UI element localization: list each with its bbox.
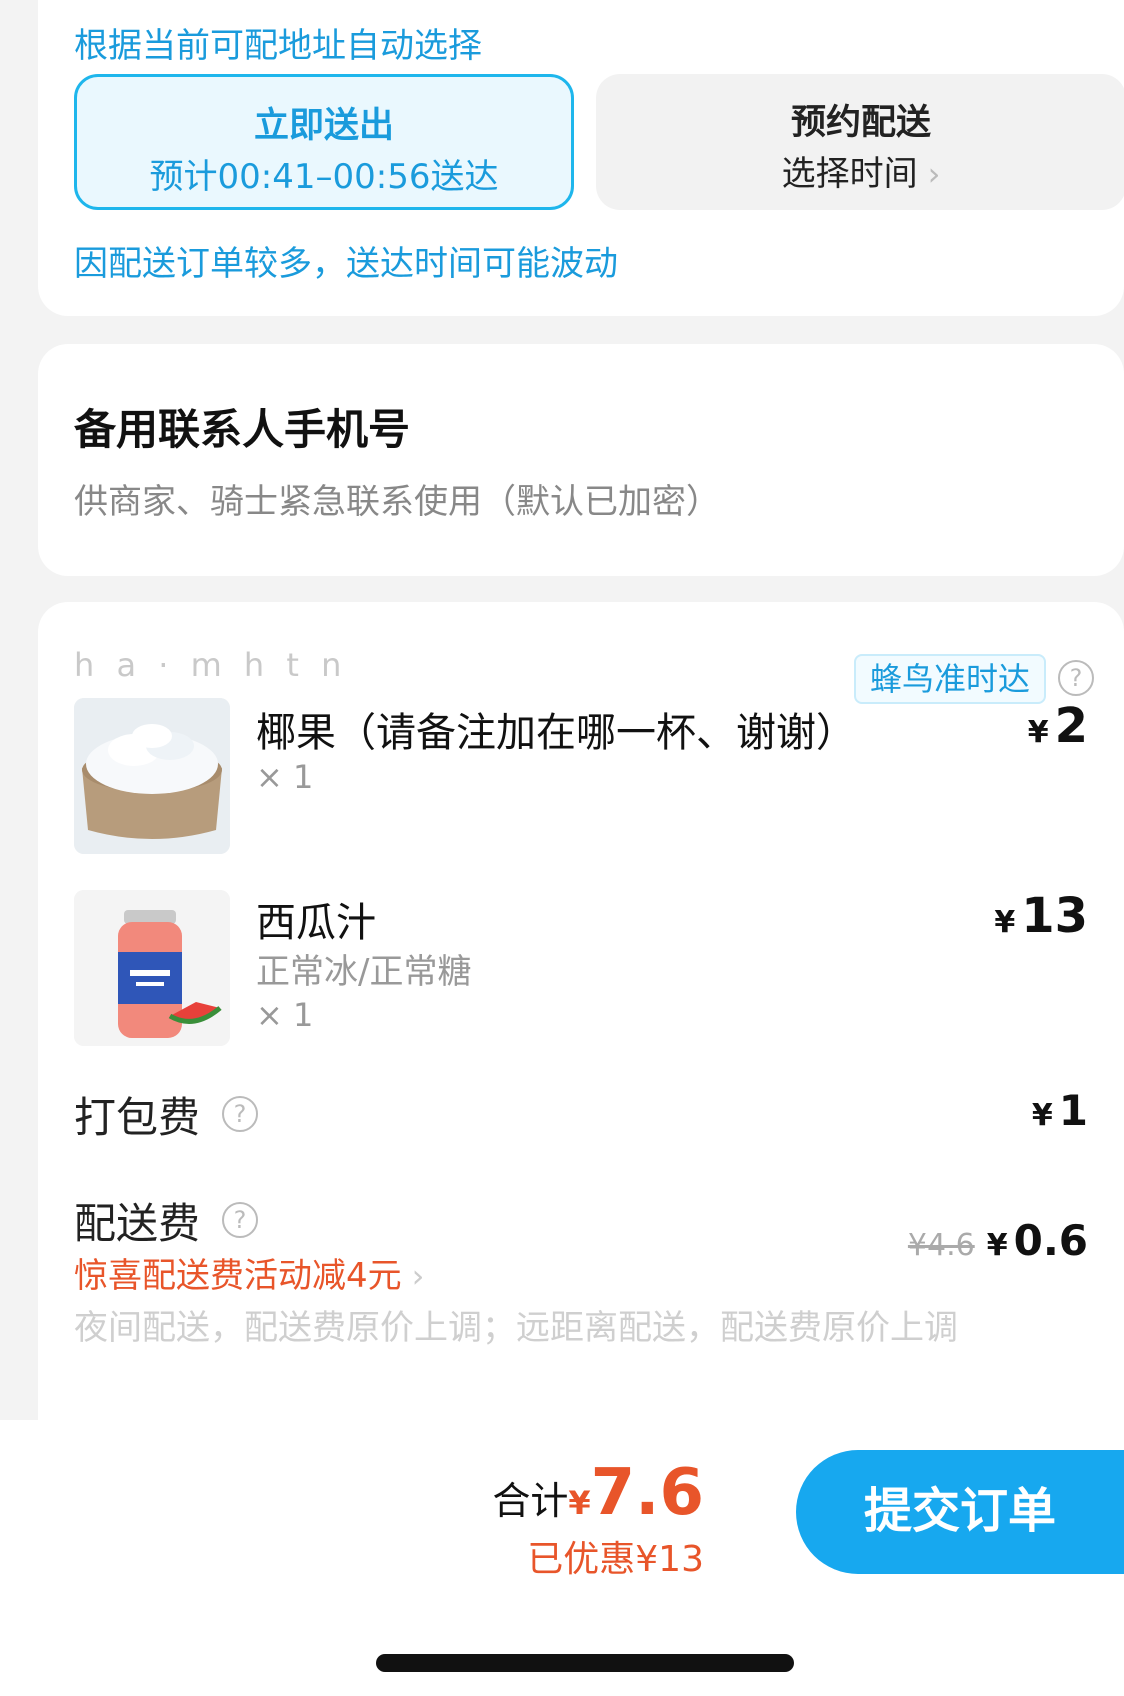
watermelon-juice-bottle-icon [74, 890, 230, 1046]
item-thumbnail-watermelon [74, 890, 230, 1046]
choose-time-link[interactable]: 选择时间 › [596, 146, 1124, 195]
currency-symbol: ¥ [994, 905, 1016, 940]
currency-symbol: ¥ [1031, 1098, 1053, 1133]
total-amount: 7.6 [590, 1456, 704, 1530]
backup-contact-card[interactable]: 备用联系人手机号 供商家、骑士紧急联系使用（默认已加密） [38, 344, 1124, 576]
coconut-jelly-bowl-icon [74, 698, 230, 854]
item-name: 椰果（请备注加在哪一杯、谢谢） [256, 710, 856, 756]
item-thumbnail-coconut [74, 698, 230, 854]
packaging-fee-label: 打包费 [74, 1093, 201, 1142]
delivery-fee-price: ¥4.6 ¥0.6 [908, 1216, 1088, 1265]
item-quantity: × 1 [256, 996, 314, 1034]
delivery-fee-amount: 0.6 [1013, 1216, 1088, 1265]
total-label: 合计 [492, 1479, 569, 1523]
item-price-amount: 13 [1021, 888, 1088, 944]
auto-select-note: 根据当前可配地址自动选择 [74, 26, 482, 66]
delivery-time-card: 根据当前可配地址自动选择 立即送出 预计00:41–00:56送达 预约配送 选… [38, 0, 1124, 316]
currency-symbol: ¥ [1027, 715, 1049, 750]
backup-contact-title: 备用联系人手机号 [74, 405, 411, 454]
scheduled-delivery-title: 预约配送 [790, 103, 931, 143]
item-spec: 正常冰/正常糖 [256, 952, 472, 992]
item-price-amount: 2 [1054, 698, 1088, 754]
currency-symbol: ¥ [568, 1484, 591, 1522]
order-summary-card: h a · m h t n 蜂鸟准时达 ? 椰果（请备注加在哪一杯、谢谢） × … [38, 602, 1124, 1502]
currency-symbol: ¥ [986, 1228, 1008, 1263]
scheduled-delivery-option[interactable]: 预约配送 选择时间 › [596, 74, 1124, 210]
immediate-delivery-eta: 预计00:41–00:56送达 [149, 157, 499, 197]
chevron-right-icon: › [927, 155, 941, 193]
help-icon[interactable]: ? [1058, 660, 1094, 696]
original-delivery-fee: ¥4.6 [907, 1228, 975, 1263]
packaging-fee-price: ¥1 [1032, 1086, 1088, 1135]
help-icon[interactable]: ? [222, 1096, 258, 1132]
item-quantity: × 1 [256, 758, 314, 796]
immediate-delivery-option[interactable]: 立即送出 预计00:41–00:56送达 [74, 74, 574, 210]
order-total: 合计¥7.6 [492, 1456, 704, 1530]
delivery-fee-label: 配送费 [74, 1199, 201, 1248]
backup-contact-subtitle: 供商家、骑士紧急联系使用（默认已加密） [74, 482, 720, 522]
delivery-promo-text: 惊喜配送费活动减4元 [74, 1256, 402, 1296]
choose-time-label: 选择时间 [781, 154, 918, 194]
shop-name: h a · m h t n [74, 646, 348, 684]
item-name: 西瓜汁 [256, 900, 376, 946]
chevron-right-icon: › [411, 1257, 425, 1295]
submit-order-button[interactable]: 提交订单 [796, 1450, 1124, 1574]
item-price: ¥2 [1028, 698, 1088, 754]
packaging-fee-amount: 1 [1058, 1086, 1088, 1135]
delivery-promo-link[interactable]: 惊喜配送费活动减4元 › [74, 1248, 424, 1297]
delivery-fee-note: 夜间配送，配送费原价上调；远距离配送，配送费原价上调 [74, 1308, 958, 1348]
delivery-notice: 因配送订单较多，送达时间可能波动 [74, 244, 618, 284]
immediate-delivery-title: 立即送出 [253, 106, 394, 146]
discount-saved: 已优惠¥13 [527, 1539, 704, 1580]
item-price: ¥13 [994, 888, 1088, 944]
help-icon[interactable]: ? [222, 1202, 258, 1238]
on-time-badge: 蜂鸟准时达 [854, 654, 1047, 704]
home-indicator[interactable] [376, 1654, 794, 1672]
